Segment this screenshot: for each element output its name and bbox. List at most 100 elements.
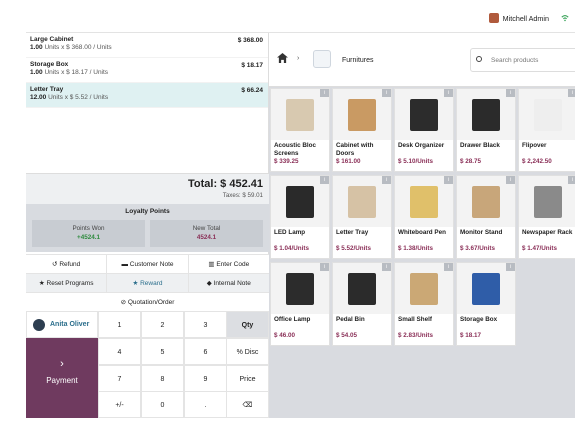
- info-icon[interactable]: i: [320, 89, 329, 97]
- product-card[interactable]: i Desk Organizer $ 5.10/Units: [394, 88, 454, 172]
- reset-programs-button[interactable]: ★ Reset Programs: [26, 274, 108, 292]
- quotation-button[interactable]: ⊘ Quotation/Order: [26, 292, 269, 311]
- line-product-name: Large Cabinet: [30, 36, 74, 43]
- user-menu[interactable]: Mitchell Admin: [488, 13, 549, 23]
- product-price: $ 1.38/Units: [398, 245, 433, 252]
- numpad-key-6[interactable]: 6: [184, 338, 227, 365]
- order-line-selected[interactable]: Letter Tray 12.00 Units x $ 5.52 / Units…: [26, 83, 268, 108]
- product-name: Newspaper Rack: [522, 229, 573, 236]
- info-icon[interactable]: i: [506, 263, 515, 271]
- line-qty: 12.00: [30, 94, 47, 101]
- numpad-key-2[interactable]: 2: [141, 311, 184, 338]
- customer-button[interactable]: Anita Oliver: [26, 311, 98, 338]
- info-icon[interactable]: i: [568, 89, 575, 97]
- product-card[interactable]: i Office Lamp $ 46.00: [270, 262, 330, 346]
- product-card[interactable]: i Cabinet with Doors $ 161.00: [332, 88, 392, 172]
- decimal-point-button[interactable]: .: [184, 391, 227, 418]
- enter-code-label: Enter Code: [216, 261, 250, 268]
- numpad-key-5[interactable]: 5: [141, 338, 184, 365]
- line-product-name: Storage Box: [30, 61, 69, 68]
- product-card[interactable]: i Monitor Stand $ 3.67/Units: [456, 175, 516, 259]
- reset-programs-label: Reset Programs: [46, 280, 94, 287]
- product-name: Drawer Black: [460, 142, 500, 149]
- home-icon[interactable]: [277, 53, 288, 63]
- new-total-label: New Total: [192, 225, 221, 232]
- info-icon[interactable]: i: [320, 176, 329, 184]
- line-product-name: Letter Tray: [30, 86, 64, 93]
- info-icon[interactable]: i: [382, 89, 391, 97]
- product-name: Letter Tray: [336, 229, 369, 236]
- product-price: $ 46.00: [274, 332, 296, 339]
- new-total-value: 4524.1: [196, 234, 217, 241]
- product-name: Monitor Stand: [460, 229, 503, 236]
- product-name: Whiteboard Pen: [398, 229, 446, 236]
- info-icon[interactable]: i: [444, 89, 453, 97]
- payment-button[interactable]: › Payment: [26, 338, 98, 418]
- numpad-key-3[interactable]: 3: [184, 311, 227, 338]
- category-icon[interactable]: [313, 50, 331, 68]
- product-card[interactable]: i LED Lamp $ 1.04/Units: [270, 175, 330, 259]
- avatar: [488, 13, 499, 23]
- numpad-key-0[interactable]: 0: [141, 391, 184, 418]
- reward-label: Reward: [140, 280, 163, 287]
- product-image: i: [457, 176, 515, 227]
- product-card[interactable]: i Acoustic Bloc Screens $ 339.25: [270, 88, 330, 172]
- category-label[interactable]: Furnitures: [342, 57, 374, 64]
- info-icon[interactable]: i: [506, 89, 515, 97]
- points-won-box: Points Won +4524.1: [32, 220, 145, 247]
- discount-mode-button[interactable]: % Disc: [226, 338, 269, 365]
- info-icon[interactable]: i: [506, 176, 515, 184]
- qty-mode-button[interactable]: Qty: [226, 311, 269, 338]
- points-won-value: +4524.1: [77, 234, 100, 241]
- line-price: $ 66.24: [241, 87, 263, 94]
- product-card[interactable]: i Flipover $ 2,242.50: [518, 88, 575, 172]
- info-icon[interactable]: i: [444, 176, 453, 184]
- product-card[interactable]: i Newspaper Rack $ 1.47/Units: [518, 175, 575, 259]
- product-card[interactable]: i Pedal Bin $ 54.05: [332, 262, 392, 346]
- info-icon[interactable]: i: [320, 263, 329, 271]
- product-price: $ 2.83/Units: [398, 332, 433, 339]
- action-row-1: ↺ Refund ▬ Customer Note ▥ Enter Code: [26, 254, 269, 273]
- line-detail: Units x $ 18.17 / Units: [44, 69, 109, 76]
- customer-note-label: Customer Note: [129, 261, 174, 268]
- product-card[interactable]: i Letter Tray $ 5.52/Units: [332, 175, 392, 259]
- reward-button[interactable]: ★ Reward: [107, 274, 189, 292]
- new-total-box: New Total 4524.1: [150, 220, 263, 247]
- user-icon: [33, 318, 45, 331]
- internal-note-button[interactable]: ◆ Internal Note: [188, 274, 269, 292]
- product-image: i: [457, 89, 515, 140]
- product-card[interactable]: i Drawer Black $ 28.75: [456, 88, 516, 172]
- line-detail: Units x $ 368.00 / Units: [44, 44, 112, 51]
- info-icon[interactable]: i: [382, 176, 391, 184]
- numpad: Anita Oliver › Payment 1 2 3 Qty 4 5 6 %…: [26, 311, 269, 418]
- product-image: i: [395, 89, 453, 140]
- customer-note-button[interactable]: ▬ Customer Note: [107, 255, 189, 273]
- order-line[interactable]: Large Cabinet 1.00 Units x $ 368.00 / Un…: [26, 33, 268, 58]
- info-icon[interactable]: i: [568, 176, 575, 184]
- info-icon[interactable]: i: [444, 263, 453, 271]
- refund-button[interactable]: ↺ Refund: [26, 255, 108, 273]
- product-name: Acoustic Bloc Screens: [274, 142, 316, 157]
- numpad-key-4[interactable]: 4: [98, 338, 141, 365]
- numpad-key-7[interactable]: 7: [98, 365, 141, 392]
- internal-note-label: Internal Note: [213, 280, 251, 287]
- numpad-key-9[interactable]: 9: [184, 365, 227, 392]
- product-card[interactable]: i Small Shelf $ 2.83/Units: [394, 262, 454, 346]
- product-card[interactable]: i Storage Box $ 18.17: [456, 262, 516, 346]
- product-card[interactable]: i Whiteboard Pen $ 1.38/Units: [394, 175, 454, 259]
- enter-code-button[interactable]: ▥ Enter Code: [188, 255, 269, 273]
- total-amount: Total: $ 452.41: [188, 178, 263, 190]
- product-image: i: [519, 176, 575, 227]
- backspace-button[interactable]: ⌫: [226, 391, 269, 418]
- search-input[interactable]: Search products: [470, 48, 575, 72]
- product-name: Storage Box: [460, 316, 498, 323]
- product-price: $ 3.67/Units: [460, 245, 495, 252]
- price-mode-button[interactable]: Price: [226, 365, 269, 392]
- numpad-key-1[interactable]: 1: [98, 311, 141, 338]
- info-icon[interactable]: i: [382, 263, 391, 271]
- numpad-key-8[interactable]: 8: [141, 365, 184, 392]
- loyalty-section: Loyalty Points Points Won +4524.1 New To…: [26, 204, 269, 252]
- product-image: i: [271, 89, 329, 140]
- order-line[interactable]: Storage Box 1.00 Units x $ 18.17 / Units…: [26, 58, 268, 83]
- sign-toggle-button[interactable]: +/-: [98, 391, 141, 418]
